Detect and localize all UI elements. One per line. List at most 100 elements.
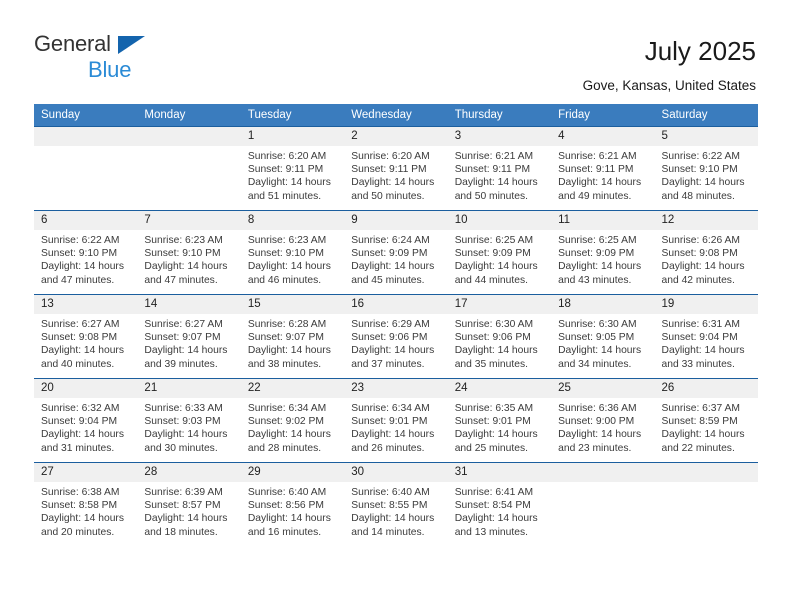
daylight-duration-line1: Daylight: 14 hours [351,261,435,273]
calendar-day-cell[interactable]: 4 Sunrise: 6:21 AM Sunset: 9:11 PM Daylight… [551,126,655,211]
sunset-time: Sunset: 9:06 PM [454,332,531,344]
day-number: 20 [34,379,138,398]
sunset-time: Sunset: 8:56 PM [247,500,324,512]
logo-text-general: General [34,31,111,56]
day-sun-info: Sunrise: 6:38 AM Sunset: 8:58 PM Daylight:… [34,482,137,539]
daylight-duration-line2: and 44 minutes. [454,274,528,286]
sunrise-time: Sunrise: 6:30 AM [454,319,534,330]
calendar-day-cell[interactable]: 7 Sunrise: 6:23 AM Sunset: 9:10 PM Daylight… [137,210,241,295]
calendar-day-cell[interactable]: 22 Sunrise: 6:34 AM Sunset: 9:02 PM Dayligh… [240,378,345,463]
day-sun-info: Sunrise: 6:35 AM Sunset: 9:01 PM Daylight:… [448,398,551,455]
calendar-header-row: Sunday Monday Tuesday Wednesday Thursday… [34,104,758,127]
day-number: 30 [344,463,448,482]
calendar-day-cell[interactable]: 17 Sunrise: 6:30 AM Sunset: 9:06 PM Dayligh… [447,294,552,379]
calendar-page: General Blue July 2025 Gove, Kansas, Uni… [0,0,792,612]
daylight-duration-line2: and 51 minutes. [247,190,322,202]
calendar-day-cell[interactable]: 25 Sunrise: 6:36 AM Sunset: 9:00 PM Dayligh… [551,378,655,463]
daylight-duration-line2: and 43 minutes. [558,274,632,286]
day-sun-info: Sunrise: 6:30 AM Sunset: 9:05 PM Daylight:… [551,314,654,371]
calendar-day-cell[interactable]: 12 Sunrise: 6:26 AM Sunset: 9:08 PM Dayligh… [654,210,758,295]
calendar-day-cell[interactable]: 30 Sunrise: 6:40 AM Sunset: 8:55 PM Dayligh… [344,462,448,546]
sunrise-time: Sunrise: 6:41 AM [454,487,534,498]
calendar-day-cell[interactable]: 10 Sunrise: 6:25 AM Sunset: 9:09 PM Dayligh… [447,210,552,295]
general-blue-logo[interactable]: General Blue [34,33,254,85]
logo-text-blue: Blue [88,57,132,82]
daylight-duration-line1: Daylight: 14 hours [41,345,124,357]
daylight-duration-line2: and 14 minutes. [351,526,425,538]
daylight-duration-line2: and 46 minutes. [247,274,322,286]
day-number: 9 [344,211,448,230]
calendar-day-cell[interactable]: 15 Sunrise: 6:28 AM Sunset: 9:07 PM Dayligh… [240,294,345,379]
calendar-day-cell[interactable]: 31 Sunrise: 6:41 AM Sunset: 8:54 PM Dayligh… [447,462,552,546]
calendar-day-cell[interactable]: 5 Sunrise: 6:22 AM Sunset: 9:10 PM Daylight… [654,126,758,211]
sunrise-time: Sunrise: 6:32 AM [41,403,120,414]
day-sun-info: Sunrise: 6:34 AM Sunset: 9:01 PM Daylight:… [344,398,447,455]
sunset-time: Sunset: 8:58 PM [41,500,118,512]
calendar-day-cell[interactable]: 11 Sunrise: 6:25 AM Sunset: 9:09 PM Dayligh… [551,210,655,295]
sunset-time: Sunset: 9:06 PM [351,332,428,344]
daylight-duration-line1: Daylight: 14 hours [351,177,435,189]
calendar-day-cell[interactable]: 26 Sunrise: 6:37 AM Sunset: 8:59 PM Dayligh… [654,378,758,463]
daylight-duration-line1: Daylight: 14 hours [454,177,538,189]
sunset-time: Sunset: 9:04 PM [41,416,118,428]
calendar-day-cell[interactable]: 21 Sunrise: 6:33 AM Sunset: 9:03 PM Dayligh… [137,378,241,463]
daylight-duration-line1: Daylight: 14 hours [661,345,745,357]
daylight-duration-line2: and 39 minutes. [144,358,218,370]
day-number [654,463,758,482]
weekday-header-wednesday: Wednesday [344,104,448,127]
sunrise-time: Sunrise: 6:25 AM [454,235,534,246]
sunrise-time: Sunrise: 6:34 AM [247,403,327,414]
calendar-day-cell[interactable]: 16 Sunrise: 6:29 AM Sunset: 9:06 PM Dayligh… [344,294,448,379]
calendar-body: 1 Sunrise: 6:20 AM Sunset: 9:11 PM Daylight… [34,126,758,546]
daylight-duration-line1: Daylight: 14 hours [454,513,538,525]
sunrise-time: Sunrise: 6:33 AM [144,403,223,414]
calendar-day-cell[interactable]: 23 Sunrise: 6:34 AM Sunset: 9:01 PM Dayligh… [344,378,448,463]
calendar-day-cell[interactable]: 6 Sunrise: 6:22 AM Sunset: 9:10 PM Daylight… [34,210,138,295]
daylight-duration-line1: Daylight: 14 hours [661,429,745,441]
weekday-header-friday: Friday [551,104,655,127]
calendar-day-cell[interactable]: 2 Sunrise: 6:20 AM Sunset: 9:11 PM Daylight… [344,126,448,211]
day-sun-info: Sunrise: 6:40 AM Sunset: 8:56 PM Daylight:… [241,482,344,539]
calendar-day-cell[interactable]: 9 Sunrise: 6:24 AM Sunset: 9:09 PM Daylight… [344,210,448,295]
day-number: 16 [344,295,448,314]
day-number: 27 [34,463,138,482]
calendar-day-cell[interactable]: 13 Sunrise: 6:27 AM Sunset: 9:08 PM Dayligh… [34,294,138,379]
day-number: 19 [654,295,758,314]
calendar-day-cell[interactable]: 8 Sunrise: 6:23 AM Sunset: 9:10 PM Daylight… [240,210,345,295]
sunset-time: Sunset: 8:57 PM [144,500,221,512]
sunset-time: Sunset: 9:00 PM [558,416,635,428]
day-sun-info: Sunrise: 6:31 AM Sunset: 9:04 PM Daylight:… [655,314,758,371]
sunset-time: Sunset: 9:04 PM [661,332,738,344]
calendar-day-cell[interactable]: 29 Sunrise: 6:40 AM Sunset: 8:56 PM Dayligh… [240,462,345,546]
sunset-time: Sunset: 9:08 PM [661,248,738,260]
sunrise-time: Sunrise: 6:29 AM [351,319,430,330]
daylight-duration-line1: Daylight: 14 hours [247,261,331,273]
calendar-day-cell[interactable]: 27 Sunrise: 6:38 AM Sunset: 8:58 PM Dayligh… [34,462,138,546]
day-sun-info: Sunrise: 6:22 AM Sunset: 9:10 PM Daylight:… [655,146,758,203]
calendar-day-cell[interactable]: 18 Sunrise: 6:30 AM Sunset: 9:05 PM Dayligh… [551,294,655,379]
day-number: 10 [447,211,552,230]
calendar-day-cell[interactable]: 28 Sunrise: 6:39 AM Sunset: 8:57 PM Dayligh… [137,462,241,546]
day-sun-info: Sunrise: 6:26 AM Sunset: 9:08 PM Daylight:… [655,230,758,287]
calendar-day-cell[interactable]: 14 Sunrise: 6:27 AM Sunset: 9:07 PM Dayligh… [137,294,241,379]
sunrise-time: Sunrise: 6:25 AM [558,235,637,246]
calendar-day-cell[interactable]: 3 Sunrise: 6:21 AM Sunset: 9:11 PM Daylight… [447,126,552,211]
day-sun-info: Sunrise: 6:36 AM Sunset: 9:00 PM Daylight:… [551,398,654,455]
calendar-day-cell[interactable]: 19 Sunrise: 6:31 AM Sunset: 9:04 PM Dayligh… [654,294,758,379]
day-number: 1 [240,127,345,146]
calendar-day-cell[interactable]: 20 Sunrise: 6:32 AM Sunset: 9:04 PM Dayligh… [34,378,138,463]
day-sun-info: Sunrise: 6:28 AM Sunset: 9:07 PM Daylight:… [241,314,344,371]
calendar-day-cell[interactable]: 24 Sunrise: 6:35 AM Sunset: 9:01 PM Dayligh… [447,378,552,463]
day-sun-info: Sunrise: 6:34 AM Sunset: 9:02 PM Daylight:… [241,398,344,455]
daylight-duration-line2: and 22 minutes. [661,442,735,454]
calendar-day-cell[interactable]: 1 Sunrise: 6:20 AM Sunset: 9:11 PM Daylight… [240,126,345,211]
day-sun-info: Sunrise: 6:32 AM Sunset: 9:04 PM Daylight:… [34,398,137,455]
calendar-day-cell-empty [551,462,655,546]
sunrise-time: Sunrise: 6:22 AM [41,235,120,246]
sunrise-time: Sunrise: 6:35 AM [454,403,534,414]
logo-triangle-icon [118,36,145,54]
sunrise-time: Sunrise: 6:30 AM [558,319,637,330]
day-sun-info: Sunrise: 6:33 AM Sunset: 9:03 PM Daylight:… [137,398,240,455]
day-number [137,127,241,146]
sunset-time: Sunset: 9:10 PM [41,248,118,260]
